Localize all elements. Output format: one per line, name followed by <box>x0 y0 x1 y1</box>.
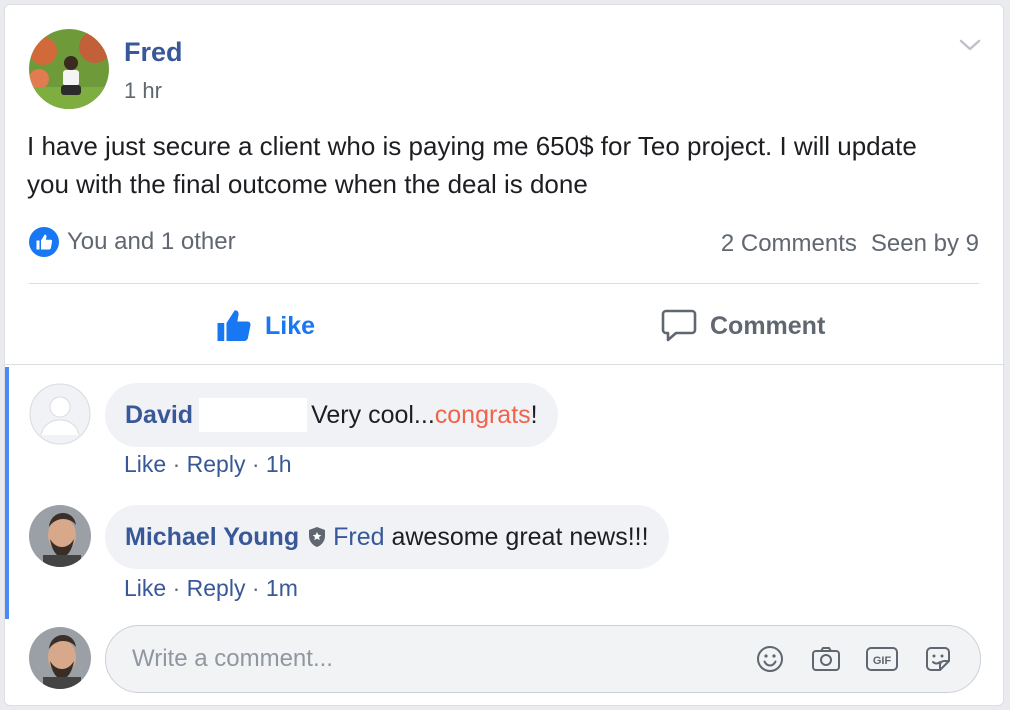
current-user-avatar <box>29 627 91 689</box>
chevron-down-icon[interactable] <box>957 35 983 55</box>
author-avatar[interactable] <box>29 29 109 109</box>
comment-button-label: Comment <box>710 311 826 340</box>
svg-text:GIF: GIF <box>873 655 892 667</box>
comment-text-end: ! <box>530 400 538 429</box>
separator: · <box>251 451 260 477</box>
comments-thread-rail <box>5 367 9 619</box>
divider <box>5 364 1003 365</box>
post-counts: 2 Comments Seen by 9 <box>721 230 979 258</box>
divider <box>29 283 979 284</box>
comment-text: awesome great news!!! <box>391 522 649 551</box>
comment-text: Very cool... <box>311 400 435 429</box>
thumbs-up-icon <box>29 227 59 257</box>
comment-reply-link[interactable]: Reply <box>187 451 246 477</box>
camera-icon[interactable] <box>806 639 846 679</box>
speech-bubble-icon <box>660 308 698 344</box>
comment-reply-link[interactable]: Reply <box>187 575 246 601</box>
like-button[interactable]: Like <box>215 303 315 349</box>
comment-composer: GIF <box>105 625 981 693</box>
comment-button[interactable]: Comment <box>660 303 825 349</box>
seen-by-count[interactable]: Seen by 9 <box>871 230 979 258</box>
commenter-avatar[interactable] <box>29 505 91 567</box>
gif-icon[interactable]: GIF <box>862 639 902 679</box>
comment-time[interactable]: 1h <box>266 451 292 477</box>
separator: · <box>251 575 260 601</box>
comment-text-highlight: congrats <box>434 400 531 429</box>
comment-meta: Like · Reply · 1m <box>124 575 298 602</box>
smiley-icon[interactable] <box>750 639 790 679</box>
like-button-label: Like <box>265 311 316 340</box>
comment-author[interactable]: Michael Young <box>125 523 299 552</box>
comment-bubble: David Very cool... congrats! <box>105 383 558 447</box>
separator: · <box>172 575 181 601</box>
comment-author[interactable]: David <box>125 401 193 430</box>
composer-tools: GIF <box>750 639 958 679</box>
comment-mention[interactable]: Fred <box>333 523 384 552</box>
separator: · <box>172 451 181 477</box>
sticker-icon[interactable] <box>918 639 958 679</box>
commenter-avatar-placeholder[interactable] <box>29 383 91 445</box>
post-body-text: I have just secure a client who is payin… <box>27 131 917 199</box>
post-card: Fred 1 hr I have just secure a client wh… <box>4 4 1004 706</box>
post-timestamp[interactable]: 1 hr <box>124 78 162 104</box>
reactions-summary[interactable]: You and 1 other <box>29 227 236 257</box>
reactions-text: You and 1 other <box>67 228 236 255</box>
comment-meta: Like · Reply · 1h <box>124 451 292 478</box>
redacted-name <box>199 398 308 432</box>
comment-like-link[interactable]: Like <box>124 451 166 477</box>
comment-input[interactable] <box>130 644 750 674</box>
comment-like-link[interactable]: Like <box>124 575 166 601</box>
comment-time[interactable]: 1m <box>266 575 298 601</box>
comment-bubble: Michael Young Fred awesome great news!!! <box>105 505 669 569</box>
comments-count-link[interactable]: 2 Comments <box>721 230 857 258</box>
post-author-name[interactable]: Fred <box>124 37 183 68</box>
thumbs-up-icon <box>215 308 253 344</box>
shield-icon <box>307 526 327 548</box>
